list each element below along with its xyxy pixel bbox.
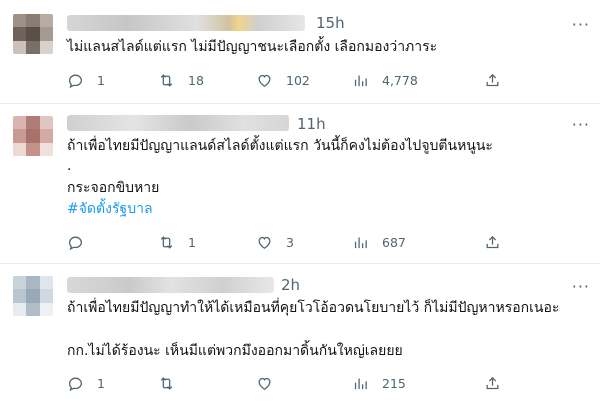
share-button[interactable] <box>484 373 501 393</box>
share-button[interactable] <box>484 70 501 90</box>
tweet-text: ถ้าเพื่อไทยมีปัญญาแลนด์สไลด์ตั้งแต่แรก ว… <box>67 138 493 154</box>
more-icon[interactable]: ··· <box>572 17 590 33</box>
like-button[interactable] <box>256 373 286 393</box>
tweet[interactable]: 15h ··· ไม่แลนสไลด์แต่แรก ไม่มีปัญญาชนะเ… <box>0 0 600 104</box>
reply-icon <box>68 74 83 88</box>
share-icon <box>486 376 499 389</box>
tweet-actions: 1 18 102 4,778 <box>67 70 507 90</box>
more-icon[interactable]: ··· <box>572 117 590 133</box>
views-icon <box>354 75 367 86</box>
like-button[interactable]: 3 <box>256 232 294 252</box>
retweet-button[interactable]: 1 <box>158 232 196 252</box>
tweet[interactable]: 2h ··· ถ้าเพื่อไทยมีปัญญาทำให้ได้เหมือนท… <box>0 264 600 402</box>
share-icon <box>486 73 499 86</box>
author-name[interactable] <box>67 15 305 31</box>
views-count: 687 <box>382 234 406 250</box>
retweet-count: 18 <box>188 72 204 88</box>
retweet-button[interactable] <box>158 373 188 393</box>
reply-count: 1 <box>97 72 105 88</box>
views-count: 215 <box>382 375 406 391</box>
retweet-icon <box>160 73 173 87</box>
tweet-text: . <box>67 158 72 174</box>
like-icon <box>258 236 271 249</box>
share-icon <box>486 235 499 248</box>
tweet[interactable]: 11h ··· ถ้าเพื่อไทยมีปัญญาแลนด์สไลด์ตั้ง… <box>0 104 600 264</box>
views-icon <box>354 237 367 248</box>
reply-button[interactable] <box>67 232 97 252</box>
hashtag-link[interactable]: #จัดตั้งรัฐบาล <box>67 199 153 219</box>
like-icon <box>258 74 271 87</box>
tweet-text: กระจอกขิบหาย <box>67 180 160 196</box>
views-count: 4,778 <box>382 72 418 88</box>
author-name[interactable] <box>67 115 289 131</box>
author-name[interactable] <box>67 277 274 293</box>
reply-icon <box>68 377 83 391</box>
reply-icon <box>68 236 83 250</box>
share-button[interactable] <box>484 232 501 252</box>
reply-button[interactable]: 1 <box>67 70 105 90</box>
like-icon <box>258 377 271 390</box>
more-icon[interactable]: ··· <box>572 279 590 295</box>
views-button[interactable]: 4,778 <box>352 70 418 90</box>
tweet-actions: 1 3 687 <box>67 232 507 252</box>
like-count: 3 <box>286 234 294 250</box>
tweet-time[interactable]: 2h <box>281 276 300 294</box>
reply-button[interactable]: 1 <box>67 373 105 393</box>
avatar[interactable] <box>13 14 53 54</box>
avatar[interactable] <box>13 116 53 156</box>
tweet-actions: 1 215 <box>67 373 507 393</box>
retweet-count: 1 <box>188 234 196 250</box>
tweet-time[interactable]: 15h <box>316 14 345 32</box>
tweet-text: ไม่แลนสไลด์แต่แรก ไม่มีปัญญาชนะเลือกตั้ง… <box>67 39 438 55</box>
like-count: 102 <box>286 72 310 88</box>
retweet-icon <box>160 235 173 249</box>
tweet-text: กก.ไม่ได้ร้องนะ เห็นมีแต่พวกมึงออกมาดิ้น… <box>67 343 403 359</box>
views-button[interactable]: 215 <box>352 373 406 393</box>
tweet-time[interactable]: 11h <box>297 115 326 133</box>
tweet-text: ถ้าเพื่อไทยมีปัญญาทำให้ได้เหมือนที่คุยโว… <box>67 300 560 316</box>
like-button[interactable]: 102 <box>256 70 310 90</box>
views-icon <box>354 378 367 389</box>
retweet-button[interactable]: 18 <box>158 70 204 90</box>
views-button[interactable]: 687 <box>352 232 406 252</box>
avatar[interactable] <box>13 276 53 316</box>
retweet-icon <box>160 376 173 390</box>
reply-count: 1 <box>97 375 105 391</box>
